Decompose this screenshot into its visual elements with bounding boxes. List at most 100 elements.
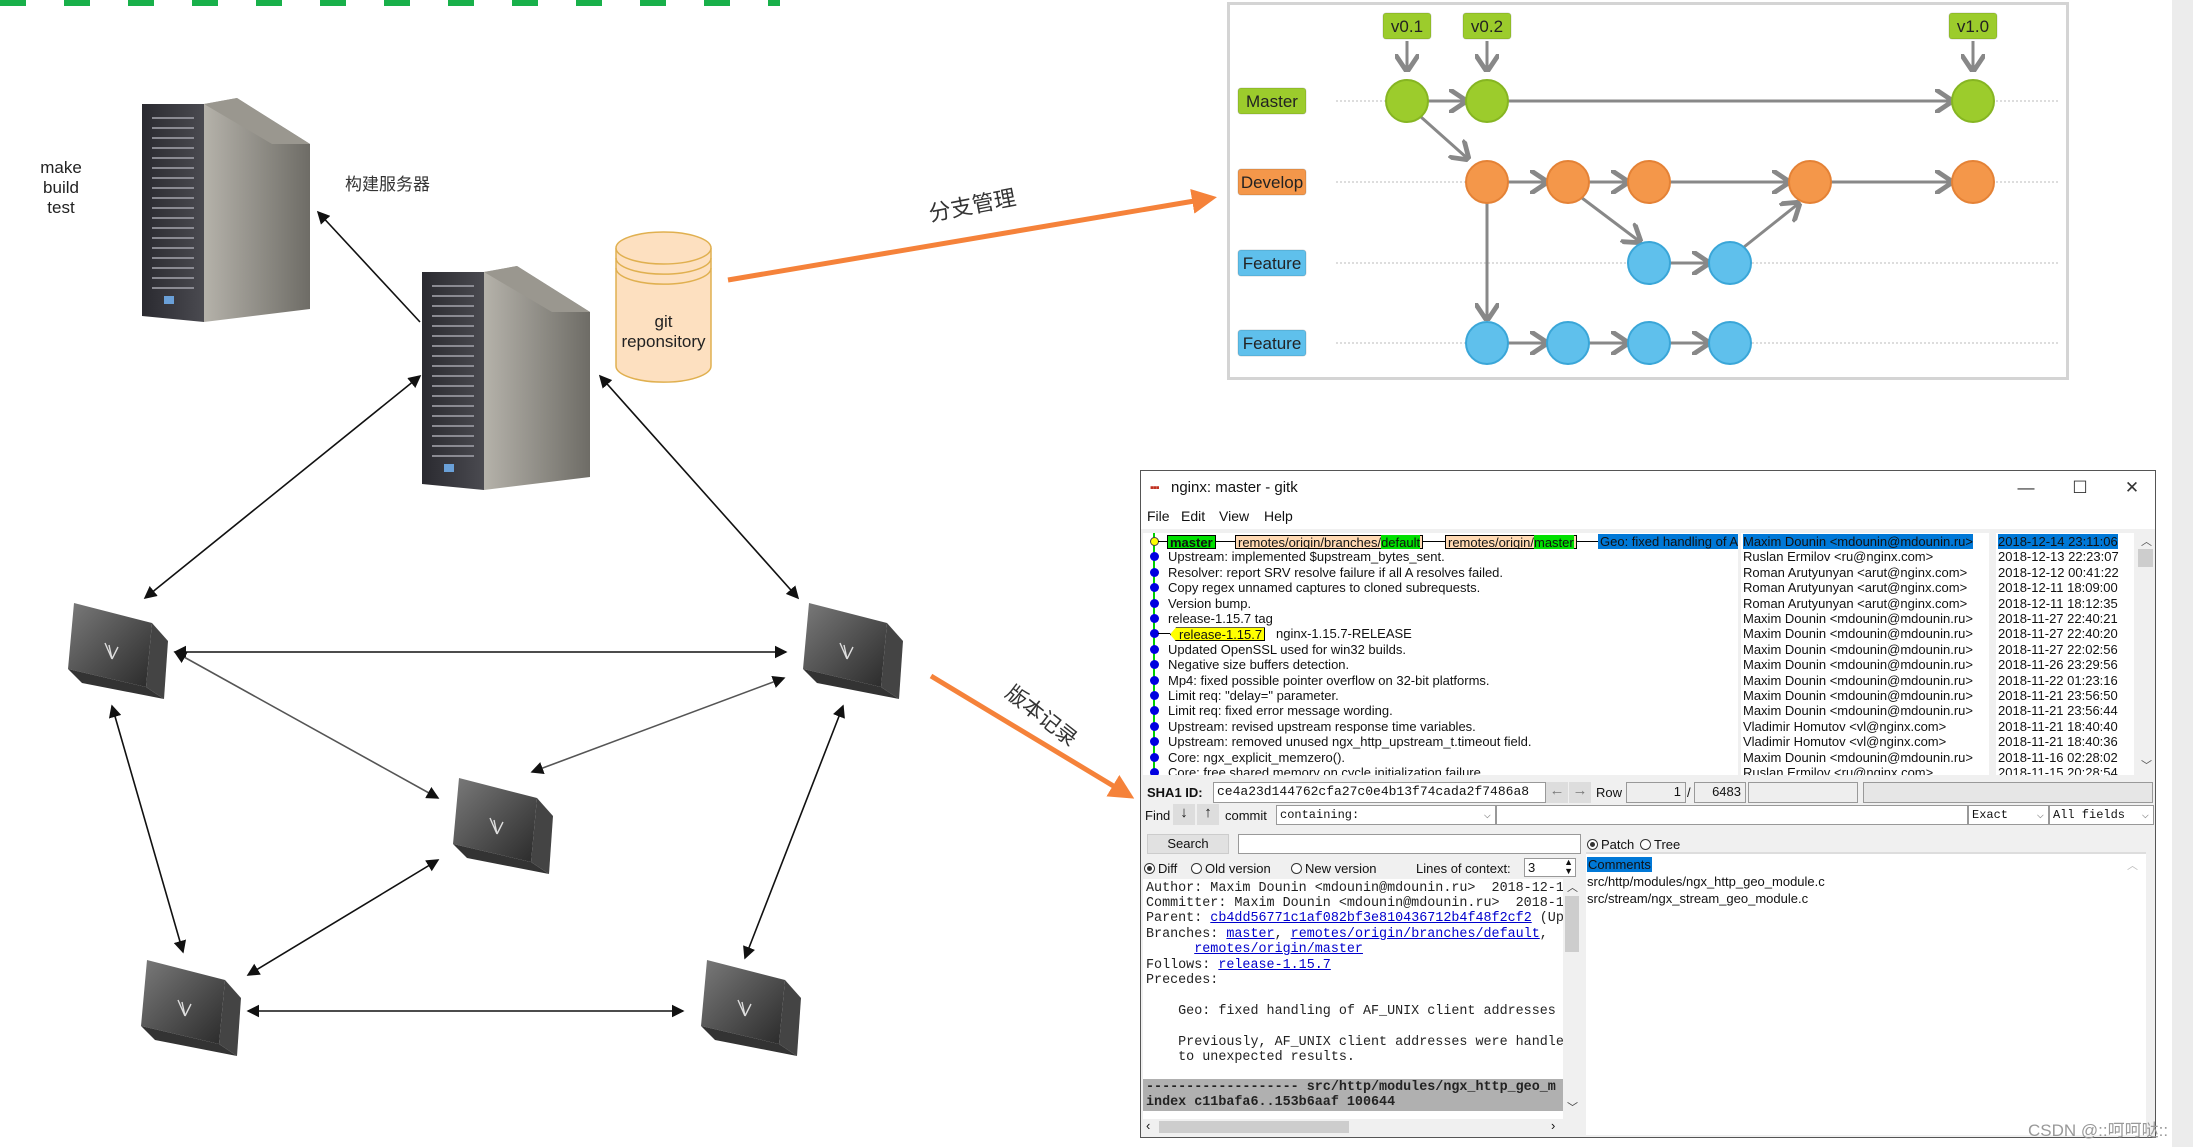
commit-date[interactable]: 2018-11-21 23:56:44 xyxy=(1998,703,2118,718)
branch-link[interactable]: master xyxy=(1226,927,1274,942)
file-list[interactable]: Comments src/http/modules/ngx_http_geo_m… xyxy=(1586,852,2146,1135)
commit-date[interactable]: 2018-11-16 02:28:02 xyxy=(1998,750,2118,765)
find-type[interactable]: commit xyxy=(1225,808,1267,823)
commit-author[interactable]: Roman Arutyunyan <arut@nginx.com> xyxy=(1743,580,1967,595)
commit-row[interactable]: Negative size buffers detection. xyxy=(1143,657,1738,672)
close-button[interactable]: ✕ xyxy=(2109,475,2155,501)
commit-row[interactable]: Limit req: "delay=" parameter. xyxy=(1143,688,1738,703)
commit-author[interactable]: Vladimir Homutov <vl@nginx.com> xyxy=(1743,719,1946,734)
commit-row[interactable]: Upstream: implemented $upstream_bytes_se… xyxy=(1143,549,1738,564)
commit-author[interactable]: Ruslan Ermilov <ru@nginx.com> xyxy=(1743,549,1933,564)
commit-author[interactable]: Maxim Dounin <mdounin@mdounin.ru> xyxy=(1743,642,1973,657)
commit-date[interactable]: 2018-11-21 18:40:40 xyxy=(1998,719,2118,734)
file-item[interactable]: src/http/modules/ngx_http_geo_module.c xyxy=(1587,874,1825,889)
find-prev-button[interactable]: ↑ xyxy=(1197,804,1219,825)
commit-date[interactable]: 2018-11-22 01:23:16 xyxy=(1998,673,2118,688)
menu-file[interactable]: File xyxy=(1147,508,1170,524)
commit-row[interactable]: release-1.15.7 tag xyxy=(1143,611,1738,626)
commit-date[interactable]: 2018-11-21 23:56:50 xyxy=(1998,688,2118,703)
commit-row[interactable]: Copy regex unnamed captures to cloned su… xyxy=(1143,580,1738,595)
branch-model-diagram: Master Develop Feature Feature v0.1 v0.2 v1.0 xyxy=(1227,2,2069,380)
commit-row[interactable]: Core: ngx_explicit_memzero(). xyxy=(1143,750,1738,765)
find-input[interactable] xyxy=(1496,805,1968,825)
menu-help[interactable]: Help xyxy=(1264,508,1293,524)
commit-date[interactable]: 2018-12-14 23:11:06 xyxy=(1998,534,2118,550)
diff-hscrollbar[interactable]: ‹ › xyxy=(1143,1118,1563,1135)
commit-row[interactable]: Core: free shared memory on cycle initia… xyxy=(1143,765,1738,775)
commit-row[interactable]: Version bump. xyxy=(1143,596,1738,611)
commit-date[interactable]: 2018-11-26 23:29:56 xyxy=(1998,657,2118,672)
commit-date[interactable]: 2018-11-15 20:28:54 xyxy=(1998,765,2118,775)
menu-edit[interactable]: Edit xyxy=(1181,508,1205,524)
find-match-select[interactable]: Exact ⌵ xyxy=(1968,805,2049,825)
author-list[interactable]: Maxim Dounin <mdounin@mdounin.ru> Ruslan … xyxy=(1741,533,1989,775)
date-list[interactable]: 2018-12-14 23:11:06 2018-12-13 22:23:07 20… xyxy=(1996,533,2134,775)
file-item-comments[interactable]: Comments xyxy=(1587,857,1652,872)
commit-date[interactable]: 2018-11-27 22:02:56 xyxy=(1998,642,2118,657)
commit-date[interactable]: 2018-12-12 00:41:22 xyxy=(1998,565,2119,580)
commit-author[interactable]: Maxim Dounin <mdounin@mdounin.ru> xyxy=(1743,703,1973,718)
commit-date[interactable]: 2018-12-11 18:12:35 xyxy=(1998,596,2118,611)
find-mode-select[interactable]: containing: ⌵ xyxy=(1276,805,1496,825)
commit-author[interactable]: Ruslan Ermilov <ru@nginx.com> xyxy=(1743,765,1933,775)
diff-radio[interactable]: Diff xyxy=(1144,861,1177,876)
commit-list-scrollbar[interactable]: ︿ ﹀ xyxy=(2136,533,2155,775)
commit-author[interactable]: Maxim Dounin <mdounin@mdounin.ru> xyxy=(1743,688,1973,703)
head-ref-tag[interactable]: master xyxy=(1167,535,1216,549)
commit-list[interactable]: master remotes/origin/branches/default r… xyxy=(1143,533,1738,775)
commit-date[interactable]: 2018-11-27 22:40:20 xyxy=(1998,626,2118,641)
diff-vscrollbar[interactable]: ︿ ﹀ xyxy=(1563,879,1581,1119)
commit-author[interactable]: Maxim Dounin <mdounin@mdounin.ru> xyxy=(1743,673,1973,688)
sha1-field[interactable]: ce4a23d144762cfa27c0e4b13f74cada2f7486a8 xyxy=(1213,782,1546,803)
remote-ref-tag[interactable]: remotes/origin/master xyxy=(1445,535,1577,550)
commit-message: Resolver: report SRV resolve failure if … xyxy=(1168,564,1504,580)
commit-row[interactable]: master remotes/origin/branches/default r… xyxy=(1143,534,1738,550)
file-list-scroll-up[interactable]: ︿ xyxy=(2127,857,2138,873)
find-fields-select[interactable]: All fields ⌵ xyxy=(2049,805,2154,825)
commit-author[interactable]: Roman Arutyunyan <arut@nginx.com> xyxy=(1743,565,1967,580)
maximize-button[interactable]: ☐ xyxy=(2057,475,2103,501)
new-version-radio[interactable]: New version xyxy=(1291,861,1377,876)
commit-author[interactable]: Roman Arutyunyan <arut@nginx.com> xyxy=(1743,596,1967,611)
commit-author[interactable]: Maxim Dounin <mdounin@mdounin.ru> xyxy=(1743,534,1973,550)
follows-link[interactable]: release-1.15.7 xyxy=(1218,958,1331,973)
search-button[interactable]: Search xyxy=(1147,834,1229,854)
commit-date[interactable]: 2018-12-11 18:09:00 xyxy=(1998,580,2118,595)
commit-author[interactable]: Maxim Dounin <mdounin@mdounin.ru> xyxy=(1743,750,1973,765)
branch-link[interactable]: remotes/origin/branches/default xyxy=(1291,927,1540,942)
find-next-button[interactable]: ↓ xyxy=(1173,804,1195,825)
commit-row[interactable]: Mp4: fixed possible pointer overflow on … xyxy=(1143,673,1738,688)
commit-message: Negative size buffers detection. xyxy=(1168,657,1350,673)
commit-author[interactable]: Maxim Dounin <mdounin@mdounin.ru> xyxy=(1743,611,1973,626)
commit-row[interactable]: Upstream: revised upstream response time… xyxy=(1143,719,1738,734)
branch-link[interactable]: remotes/origin/master xyxy=(1194,942,1363,957)
commit-row[interactable]: Resolver: report SRV resolve failure if … xyxy=(1143,565,1738,580)
context-spinbox[interactable]: 3 ▲ ▼ xyxy=(1524,858,1576,877)
page-scrollbar[interactable] xyxy=(2172,0,2193,1147)
menu-view[interactable]: View xyxy=(1219,508,1249,524)
commit-row[interactable]: Limit req: fixed error message wording. xyxy=(1143,703,1738,718)
commit-author[interactable]: Maxim Dounin <mdounin@mdounin.ru> xyxy=(1743,626,1973,641)
patch-radio[interactable]: Patch xyxy=(1587,837,1634,852)
parent-link[interactable]: cb4dd56771c1af082bf3e810436712b4f48f2cf2 xyxy=(1210,911,1531,926)
release-tag[interactable]: release-1.15.7 xyxy=(1170,627,1266,642)
minimize-button[interactable]: — xyxy=(2003,475,2049,501)
back-arrow-button[interactable]: ← xyxy=(1546,782,1568,803)
commit-date[interactable]: 2018-11-21 18:40:36 xyxy=(1998,734,2118,749)
commit-row[interactable]: release-1.15.7 nginx-1.15.7-RELEASE xyxy=(1143,626,1738,642)
spin-arrows-icon[interactable]: ▲ ▼ xyxy=(1564,859,1573,876)
commit-author[interactable]: Maxim Dounin <mdounin@mdounin.ru> xyxy=(1743,657,1973,672)
commit-date[interactable]: 2018-12-13 22:23:07 xyxy=(1998,549,2119,564)
commit-row[interactable]: Updated OpenSSL used for win32 builds. xyxy=(1143,642,1738,657)
tree-radio[interactable]: Tree xyxy=(1640,837,1680,852)
commit-author[interactable]: Vladimir Homutov <vl@nginx.com> xyxy=(1743,734,1946,749)
old-version-radio[interactable]: Old version xyxy=(1191,861,1271,876)
diff-pane[interactable]: Author: Maxim Dounin <mdounin@mdounin.ru… xyxy=(1143,879,1563,1119)
distributed-topology xyxy=(67,97,1217,1057)
forward-arrow-button[interactable]: → xyxy=(1569,782,1591,803)
remote-ref-tag[interactable]: remotes/origin/branches/default xyxy=(1235,535,1424,550)
commit-row[interactable]: Upstream: removed unused ngx_http_upstre… xyxy=(1143,734,1738,749)
search-input[interactable] xyxy=(1238,834,1581,854)
commit-date[interactable]: 2018-11-27 22:40:21 xyxy=(1998,611,2118,626)
file-item[interactable]: src/stream/ngx_stream_geo_module.c xyxy=(1587,891,1808,906)
